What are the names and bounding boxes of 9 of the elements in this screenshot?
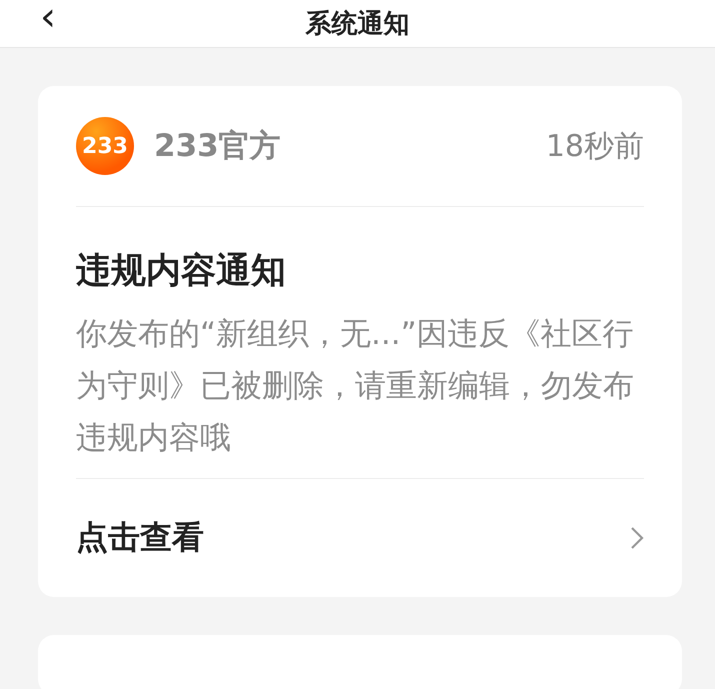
chevron-right-icon <box>630 526 644 550</box>
view-link[interactable]: 点击查看 <box>76 479 644 597</box>
sender-name: 233官方 <box>154 127 281 166</box>
page-title: 系统通知 <box>306 8 410 41</box>
notification-title: 违规内容通知 <box>76 250 287 293</box>
avatar-logo: 233 <box>76 117 134 175</box>
timestamp: 18秒前 <box>546 128 644 166</box>
back-button[interactable]: ‹ <box>40 2 56 32</box>
notification-message: 你发布的“新组织，无...”因违反《社区行为守则》已被删除，请重新编辑，勿发布违规内容哦 <box>76 308 644 479</box>
